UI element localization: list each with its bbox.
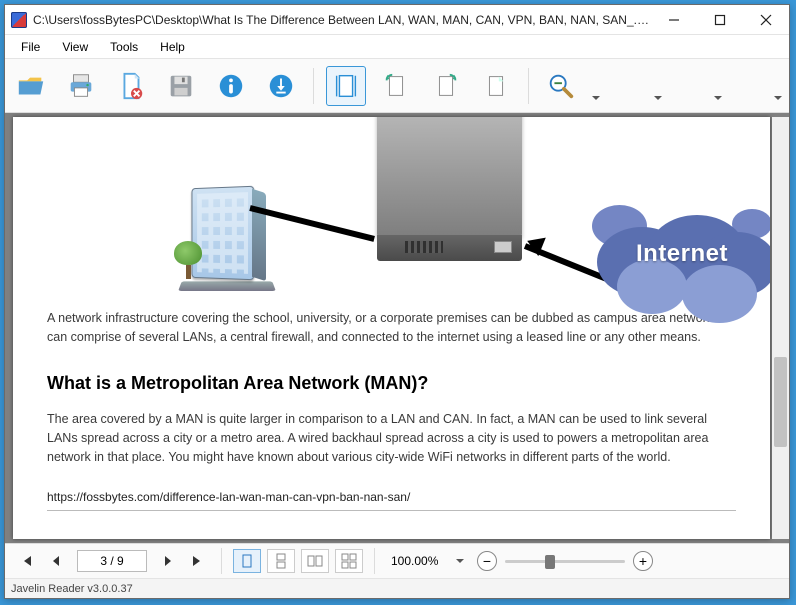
zoom-dropdown[interactable] (591, 66, 601, 106)
toolbar-separator (313, 68, 314, 104)
view-single-page-button[interactable] (233, 549, 261, 573)
page-blank-icon (481, 71, 511, 101)
save-icon (166, 71, 196, 101)
separator (221, 548, 222, 574)
app-window: C:\Users\fossBytesPC\Desktop\What Is The… (4, 4, 790, 599)
toolbar-separator (528, 68, 529, 104)
scrollbar-thumb[interactable] (774, 357, 787, 447)
chevron-down-icon (714, 96, 722, 100)
info-button[interactable] (211, 66, 251, 106)
rotate-right-button[interactable] (426, 66, 466, 106)
folder-open-icon (16, 71, 46, 101)
chevron-down-icon (774, 96, 782, 100)
view-facing-continuous-button[interactable] (335, 549, 363, 573)
server-icon (357, 117, 527, 267)
zoom-out-button[interactable] (541, 66, 581, 106)
toolbar-overflow-3[interactable] (773, 66, 783, 106)
page-single-icon (331, 71, 361, 101)
page-blank-button[interactable] (476, 66, 516, 106)
menu-tools[interactable]: Tools (100, 37, 148, 57)
view-facing-button[interactable] (301, 549, 329, 573)
zoom-level-dropdown[interactable] (453, 559, 467, 563)
zoom-slider[interactable] (505, 560, 625, 563)
cloud-icon: Internet (587, 187, 770, 317)
window-title: C:\Users\fossBytesPC\Desktop\What Is The… (33, 13, 651, 27)
footer-toolbar: 3 / 9 100.00% − + (5, 543, 789, 578)
separator (374, 548, 375, 574)
prev-page-button[interactable] (43, 549, 69, 573)
section-heading: What is a Metropolitan Area Network (MAN… (47, 370, 736, 398)
toolbar-overflow-2[interactable] (713, 66, 723, 106)
zoom-slider-thumb[interactable] (545, 555, 555, 569)
last-page-button[interactable] (185, 549, 211, 573)
remove-doc-button[interactable] (111, 66, 151, 106)
footer-url: https://fossbytes.com/difference-lan-wan… (47, 488, 736, 507)
fit-page-button[interactable] (326, 66, 366, 106)
zoom-decrease-button[interactable]: − (477, 551, 497, 571)
page-number-field[interactable]: 3 / 9 (77, 550, 147, 572)
save-button[interactable] (161, 66, 201, 106)
printer-icon (66, 71, 96, 101)
zoom-out-icon (546, 71, 576, 101)
maximize-button[interactable] (697, 5, 743, 35)
toolbar (5, 59, 789, 113)
zoom-level-label: 100.00% (391, 554, 443, 568)
titlebar: C:\Users\fossBytesPC\Desktop\What Is The… (5, 5, 789, 35)
page-rotate-right-icon (431, 71, 461, 101)
app-icon (11, 12, 27, 28)
cloud-label: Internet (587, 235, 770, 272)
page-rotate-left-icon (381, 71, 411, 101)
chevron-down-icon (654, 96, 662, 100)
pdf-page[interactable]: Internet A network infrastructure coveri… (13, 117, 770, 539)
building-icon (172, 187, 272, 297)
divider (47, 510, 736, 511)
document-remove-icon (116, 71, 146, 101)
view-continuous-button[interactable] (267, 549, 295, 573)
menu-file[interactable]: File (11, 37, 50, 57)
minimize-button[interactable] (651, 5, 697, 35)
first-page-button[interactable] (13, 549, 39, 573)
status-text: Javelin Reader v3.0.0.37 (11, 583, 133, 595)
next-page-button[interactable] (155, 549, 181, 573)
download-icon (266, 71, 296, 101)
zoom-increase-button[interactable]: + (633, 551, 653, 571)
menu-help[interactable]: Help (150, 37, 195, 57)
close-button[interactable] (743, 5, 789, 35)
document-area: Internet A network infrastructure coveri… (5, 113, 789, 543)
download-button[interactable] (261, 66, 301, 106)
paragraph: The area covered by a MAN is quite large… (47, 410, 736, 468)
status-bar: Javelin Reader v3.0.0.37 (5, 578, 789, 598)
menu-view[interactable]: View (52, 37, 98, 57)
vertical-scrollbar[interactable] (772, 117, 789, 539)
chevron-down-icon (592, 96, 600, 100)
rotate-left-button[interactable] (376, 66, 416, 106)
toolbar-overflow-1[interactable] (653, 66, 663, 106)
menubar: File View Tools Help (5, 35, 789, 59)
tree-icon (174, 241, 202, 279)
info-icon (216, 71, 246, 101)
open-button[interactable] (11, 66, 51, 106)
network-diagram: Internet (47, 117, 736, 307)
chevron-down-icon (456, 559, 464, 563)
print-button[interactable] (61, 66, 101, 106)
